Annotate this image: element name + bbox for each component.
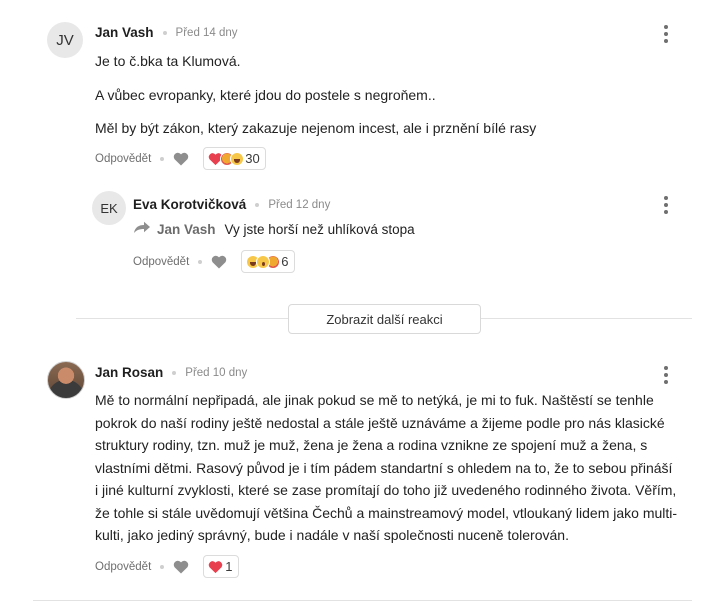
comment-text: Mě to normální nepřipadá, ale jinak poku…: [95, 389, 677, 547]
reply-button[interactable]: Odpovědět: [95, 153, 151, 165]
separator-dot: [172, 370, 177, 375]
avatar[interactable]: [47, 361, 85, 399]
comment-meta: Jan Rosan Před 10 dny: [95, 365, 247, 380]
avatar[interactable]: JV: [47, 22, 83, 58]
author-name[interactable]: Eva Korotvičková: [133, 197, 246, 212]
reactions-summary[interactable]: 1: [203, 555, 239, 578]
reply-arrow-icon: [133, 221, 151, 238]
reply-button[interactable]: Odpovědět: [133, 256, 189, 268]
reactions-summary[interactable]: 6: [241, 250, 295, 273]
reply-target-name[interactable]: Jan Vash: [157, 222, 216, 237]
comment-paragraph: Je to č.bka ta Klumová.: [95, 53, 241, 69]
author-name[interactable]: Jan Rosan: [95, 365, 163, 380]
separator-dot: [198, 259, 203, 264]
separator-dot: [160, 564, 165, 569]
comment-line: vlastními dětmi. Rasový původ je i tím p…: [95, 459, 673, 476]
like-heart-icon[interactable]: [173, 152, 189, 166]
more-options-icon[interactable]: [661, 25, 671, 43]
separator-dot: [162, 30, 167, 35]
laugh-icon: [230, 151, 245, 166]
more-options-icon[interactable]: [661, 196, 671, 214]
like-heart-icon[interactable]: [211, 255, 227, 269]
reaction-count: 6: [281, 254, 289, 269]
heart-icon: [209, 560, 223, 573]
separator-dot: [255, 202, 260, 207]
comment-actions: Odpovědět 6: [133, 250, 295, 273]
comment-meta: Eva Korotvičková Před 12 dny: [133, 197, 330, 212]
comment-paragraph: A vůbec evropanky, které jdou do postele…: [95, 86, 436, 103]
reply-line: Jan Vash Vy jste horší než uhlíková stop…: [133, 221, 415, 238]
comment-text: Je to č.bka ta Klumová. A vůbec evropank…: [95, 50, 536, 140]
wow-icon: [256, 254, 271, 269]
comment-line: že tohle si stále uvědomují většina Čech…: [95, 504, 678, 521]
reaction-count: 30: [245, 151, 260, 166]
comment-meta: Jan Vash Před 14 dny: [95, 25, 238, 40]
comment-line: i jiné kulturní zvyklosti, které se zase…: [95, 482, 677, 498]
author-name[interactable]: Jan Vash: [95, 25, 154, 40]
comment-line: kulti, jako jediný správný, bude i nadál…: [95, 527, 569, 543]
more-options-icon[interactable]: [661, 366, 671, 384]
comment-actions: Odpovědět 30: [95, 147, 266, 170]
reaction-count: 1: [225, 559, 233, 574]
comment-line: struktury rodiny, tzn. muž je muž, žena …: [95, 437, 648, 453]
reactions-summary[interactable]: 30: [203, 147, 266, 170]
reply-button[interactable]: Odpovědět: [95, 561, 151, 573]
timestamp: Před 14 dny: [175, 26, 238, 39]
avatar[interactable]: EK: [92, 191, 126, 225]
comment-text: Vy jste horší než uhlíková stopa: [224, 222, 415, 237]
timestamp: Před 12 dny: [268, 198, 331, 211]
like-heart-icon[interactable]: [173, 560, 189, 574]
timestamp: Před 10 dny: [185, 366, 248, 379]
comment-line: pokrok do naší rodiny ještě nedostal a s…: [95, 414, 665, 431]
show-more-replies-button[interactable]: Zobrazit další reakci: [288, 304, 481, 334]
comment-paragraph: Měl by být zákon, který zakazuje nejenom…: [95, 120, 537, 136]
comment-line: Mě to normální nepřipadá, ale jinak poku…: [95, 392, 654, 408]
divider: [33, 600, 692, 601]
separator-dot: [160, 156, 165, 161]
comment-actions: Odpovědět 1: [95, 555, 239, 578]
